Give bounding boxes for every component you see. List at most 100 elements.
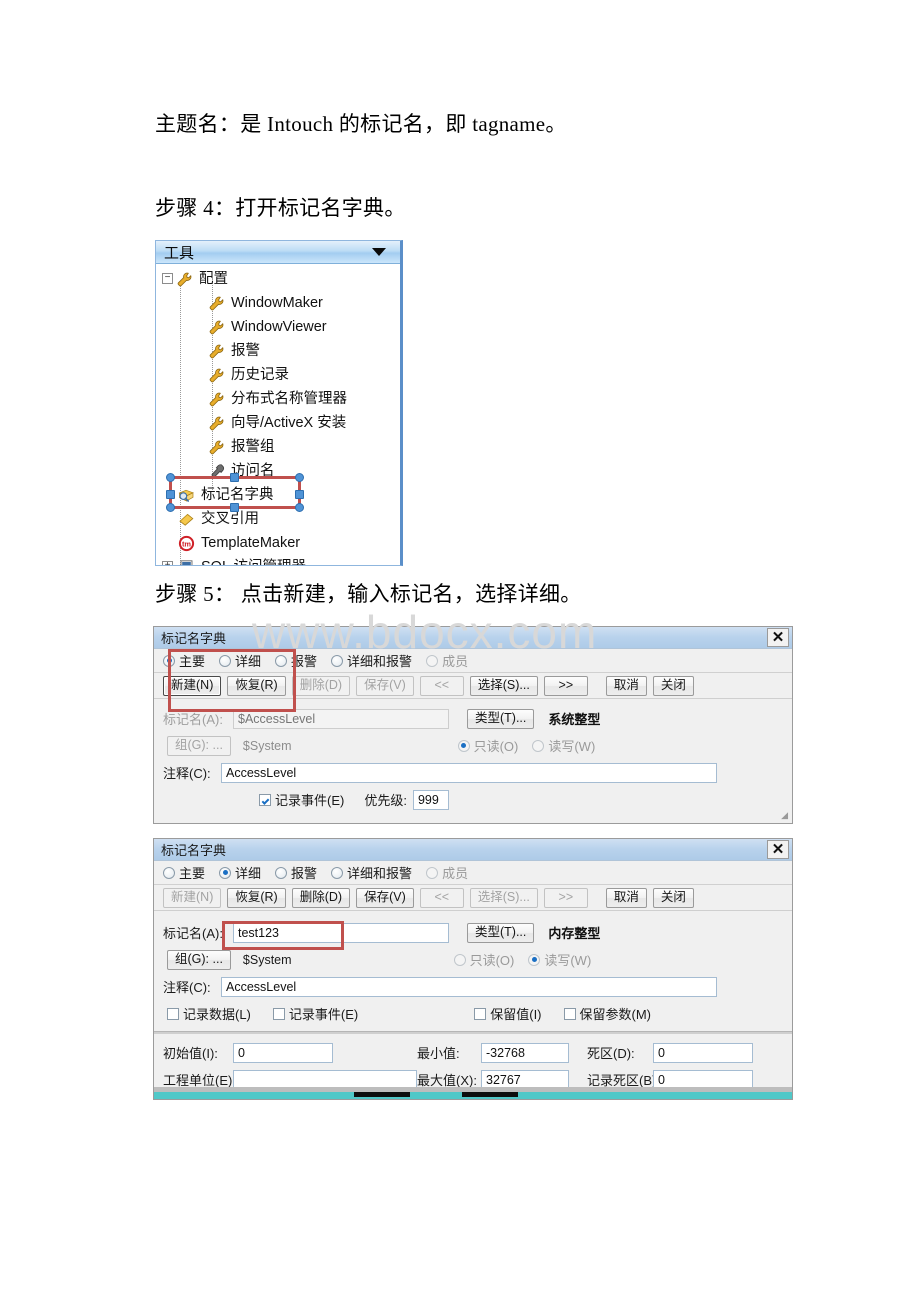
- cancel-button[interactable]: 取消: [605, 887, 647, 908]
- delete-button[interactable]: 删除(D): [291, 887, 351, 908]
- radio-label: 报警: [291, 866, 318, 881]
- save-button: 保存(V): [356, 675, 414, 696]
- close-button[interactable]: 关闭: [652, 675, 694, 696]
- checkbox-icon: [272, 1007, 285, 1020]
- collapse-expander-icon[interactable]: −: [162, 272, 173, 284]
- type-value: 内存整型: [548, 926, 601, 941]
- radio-dot-icon: [219, 866, 232, 879]
- radio-label: 报警: [291, 654, 318, 669]
- sql-document-icon: [178, 559, 195, 565]
- dialog-body: 主要 详细 报警 详细和报警 成员 新建(N) 恢复(R) 删除(D) 保存(V…: [154, 649, 792, 813]
- tree-item-cross-reference[interactable]: 交叉引用: [156, 507, 400, 531]
- restore-button[interactable]: 恢复(R): [227, 675, 286, 696]
- radio-mode-member: 成员: [426, 863, 468, 882]
- crop-artifact-teal: [154, 1092, 792, 1099]
- radio-label: 读写(W): [548, 739, 596, 754]
- select-button[interactable]: 选择(S)...: [469, 675, 538, 696]
- tree-item-label: 交叉引用: [201, 510, 259, 527]
- tree-item-windowmaker[interactable]: WindowMaker: [156, 291, 400, 315]
- comment-input[interactable]: AccessLevel: [221, 976, 717, 997]
- min-value-label: 最小值:: [417, 1046, 460, 1061]
- radio-mode-main[interactable]: 主要: [163, 863, 205, 882]
- tree-item-label: SQL 访问管理器: [201, 560, 306, 565]
- tree-item-templatemaker[interactable]: tm TemplateMaker: [156, 531, 400, 555]
- tree-item-windowviewer[interactable]: WindowViewer: [156, 315, 400, 339]
- tree-item-config[interactable]: − 配置: [156, 267, 400, 291]
- radio-mode-detail[interactable]: 详细: [219, 863, 261, 882]
- close-button[interactable]: 关闭: [652, 887, 694, 908]
- prev-button: <<: [419, 887, 464, 908]
- cancel-button[interactable]: 取消: [605, 675, 647, 696]
- expand-expander-icon[interactable]: +: [162, 560, 173, 565]
- radio-mode-detail[interactable]: 详细: [219, 651, 261, 670]
- chevron-down-icon[interactable]: [372, 248, 386, 256]
- priority-input[interactable]: 999: [412, 789, 449, 810]
- group-button[interactable]: 组(G): ...: [167, 949, 231, 970]
- restore-button[interactable]: 恢复(R): [227, 887, 286, 908]
- initial-value-label: 初始值(I):: [163, 1046, 218, 1061]
- deadband-input[interactable]: 0: [653, 1042, 753, 1063]
- comment-label: 注释(C):: [163, 766, 211, 781]
- radio-label: 读写(W): [544, 953, 592, 968]
- resize-grip-icon[interactable]: ◢: [781, 810, 788, 821]
- radio-label: 详细: [235, 866, 262, 881]
- radio-label: 主要: [179, 654, 206, 669]
- tagname-label: 标记名(A):: [163, 712, 223, 727]
- tagname-row: 标记名(A): test123 类型(T)... 内存整型: [154, 919, 792, 950]
- tree-item-wizard-activex-install[interactable]: 向导/ActiveX 安装: [156, 411, 400, 435]
- document-page: 主题名：是 Intouch 的标记名，即 tagname。 步骤 4：打开标记名…: [0, 0, 920, 1302]
- crop-artifact-black: [354, 1092, 410, 1097]
- tree-item-tagname-dictionary[interactable]: 标记名字典: [156, 483, 400, 507]
- comment-label: 注释(C):: [163, 980, 211, 995]
- type-button[interactable]: 类型(T)...: [467, 922, 535, 943]
- new-button[interactable]: 新建(N): [163, 675, 222, 696]
- radio-mode-detail-and-alarm[interactable]: 详细和报警: [331, 651, 412, 670]
- tree-item-sql-access-manager[interactable]: + SQL 访问管理器: [156, 555, 400, 565]
- tree-item-history[interactable]: 历史记录: [156, 363, 400, 387]
- radio-mode-member: 成员: [426, 651, 468, 670]
- flags-row: 记录数据(L) 记录事件(E) 保留值(I) 保留参数(M): [154, 1000, 792, 1027]
- svg-text:tm: tm: [182, 539, 191, 548]
- tagname-input[interactable]: test123: [233, 922, 449, 943]
- log-event-checkbox[interactable]: 记录事件(E): [272, 1004, 358, 1023]
- next-button[interactable]: >>: [543, 675, 588, 696]
- tree-item-label: 分布式名称管理器: [231, 390, 347, 407]
- tree-item-alarm[interactable]: 报警: [156, 339, 400, 363]
- retain-value-checkbox[interactable]: 保留值(I): [474, 1004, 542, 1023]
- retain-params-checkbox[interactable]: 保留参数(M): [563, 1004, 651, 1023]
- radio-mode-alarm[interactable]: 报警: [275, 651, 317, 670]
- dialog-title-bar[interactable]: 标记名字典 ✕: [154, 627, 792, 649]
- tree-item-access-name[interactable]: 访问名: [156, 459, 400, 483]
- radio-readwrite: 读写(W): [532, 736, 595, 755]
- radio-label: 只读(O): [473, 739, 519, 754]
- comment-input[interactable]: AccessLevel: [221, 762, 717, 783]
- radio-mode-detail-and-alarm[interactable]: 详细和报警: [331, 863, 412, 882]
- radio-dot-icon: [426, 866, 439, 879]
- close-icon[interactable]: ✕: [767, 840, 789, 859]
- type-value: 系统整型: [548, 712, 601, 727]
- radio-dot-icon: [163, 654, 175, 667]
- tree-item-label: 配置: [199, 270, 228, 287]
- log-data-checkbox[interactable]: 记录数据(L): [167, 1004, 251, 1023]
- radio-mode-alarm[interactable]: 报警: [275, 863, 317, 882]
- tree-item-alarm-group[interactable]: 报警组: [156, 435, 400, 459]
- dialog-title-bar[interactable]: 标记名字典 ✕: [154, 839, 792, 861]
- initial-value-input[interactable]: 0: [233, 1042, 333, 1063]
- tagname-input[interactable]: $AccessLevel: [233, 708, 449, 729]
- radio-dot-icon: [528, 953, 541, 966]
- radio-mode-main[interactable]: 主要: [163, 651, 205, 670]
- tools-tree-body: − 配置 WindowMaker WindowViewer 报警 历史记录 分布…: [156, 264, 400, 565]
- tree-item-distributed-name-manager[interactable]: 分布式名称管理器: [156, 387, 400, 411]
- tree-item-label: 标记名字典: [201, 486, 274, 503]
- log-event-checkbox[interactable]: 记录事件(E): [259, 790, 344, 809]
- min-value-input[interactable]: -32768: [481, 1042, 569, 1063]
- close-icon[interactable]: ✕: [767, 628, 789, 647]
- divider: [154, 1031, 792, 1034]
- deadband-label: 死区(D):: [587, 1046, 635, 1061]
- save-button[interactable]: 保存(V): [356, 887, 414, 908]
- tools-tree-header[interactable]: 工具: [156, 241, 400, 264]
- type-button[interactable]: 类型(T)...: [467, 708, 535, 729]
- radio-dot-icon: [453, 953, 466, 966]
- wrench-icon: [208, 439, 225, 456]
- radio-dot-icon: [331, 866, 344, 879]
